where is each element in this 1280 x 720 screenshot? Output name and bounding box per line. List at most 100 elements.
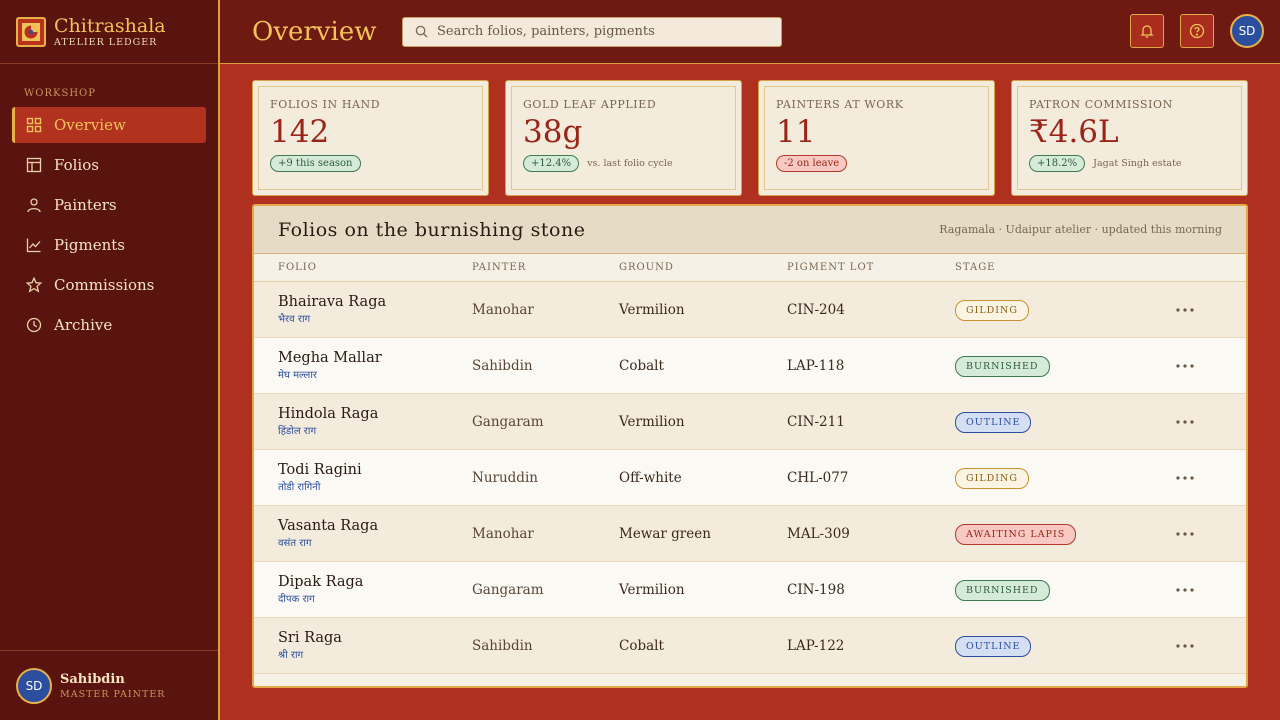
- kpi-card-commission: PATRON COMMISSION ₹4.6L +18.2% Jagat Sin…: [1011, 80, 1248, 196]
- kpi-card-painters: PAINTERS AT WORK 11 -2 on leave: [758, 80, 995, 196]
- more-horizontal-icon: [1176, 419, 1194, 424]
- sidebar-item-pigments[interactable]: Pigments: [12, 227, 206, 263]
- kpi-trend-badge: +12.4%: [523, 155, 580, 172]
- user-role: MASTER PAINTER: [60, 688, 166, 700]
- user-icon: [27, 198, 41, 213]
- help-button[interactable]: [1180, 14, 1214, 48]
- ground-cell: Vermilion: [619, 581, 685, 598]
- kpi-label: PAINTERS AT WORK: [776, 98, 904, 111]
- sidebar-item-painters[interactable]: Painters: [12, 187, 206, 223]
- column-header-ground[interactable]: GROUND: [619, 262, 787, 273]
- more-horizontal-icon: [1176, 643, 1194, 648]
- row-more-button[interactable]: [1175, 307, 1215, 313]
- folio-devanagari: हिंडोल राग: [278, 426, 317, 437]
- stage-badge: OUTLINE: [955, 636, 1032, 657]
- avatar: SD: [16, 667, 52, 704]
- kpi-value: 11: [776, 114, 816, 150]
- kpi-trend-badge: +9 this season: [270, 155, 361, 172]
- notifications-button[interactable]: [1130, 14, 1164, 48]
- stage-badge: AWAITING LAPIS: [955, 524, 1077, 545]
- ground-cell: Vermilion: [619, 301, 685, 318]
- painter-cell: Gangaram: [472, 581, 544, 598]
- column-header-stage[interactable]: STAGE: [955, 262, 1175, 273]
- kpi-note: vs. last folio cycle: [587, 158, 673, 169]
- search-box[interactable]: [402, 16, 782, 47]
- ground-cell: Cobalt: [619, 357, 664, 374]
- brand-name: Chitrashala: [54, 14, 166, 37]
- row-more-button[interactable]: [1175, 475, 1215, 481]
- sidebar-item-label: Commissions: [54, 276, 155, 294]
- ground-cell: Mewar green: [619, 525, 711, 542]
- folio-devanagari: तोडी रागिनी: [278, 482, 321, 493]
- ground-cell: Vermilion: [619, 413, 685, 430]
- row-more-button[interactable]: [1175, 587, 1215, 593]
- kpi-value: ₹4.6L: [1029, 114, 1119, 150]
- table-body: Bhairava Raga भैरव राग Manohar Vermilion …: [254, 282, 1246, 674]
- folio-name: Hindola Raga: [278, 406, 379, 422]
- table-row[interactable]: Dipak Raga दीपक राग Gangaram Vermilion CI…: [254, 562, 1246, 618]
- table-row[interactable]: Hindola Raga हिंडोल राग Gangaram Vermilio…: [254, 394, 1246, 450]
- more-horizontal-icon: [1176, 475, 1194, 480]
- pigment-lot-cell: CIN-198: [787, 581, 845, 598]
- sidebar-nav: Overview Folios Painters Pigments Commis…: [0, 107, 218, 343]
- folio-name: Dipak Raga: [278, 574, 364, 590]
- row-more-button[interactable]: [1175, 531, 1215, 537]
- top-header: Overview SD: [220, 0, 1280, 64]
- table-row[interactable]: Todi Ragini तोडी रागिनी Nuruddin Off-whit…: [254, 450, 1246, 506]
- sidebar-item-archive[interactable]: Archive: [12, 307, 206, 343]
- pigment-lot-cell: CIN-211: [787, 413, 845, 430]
- kpi-card-folios: FOLIOS IN HAND 142 +9 this season: [252, 80, 489, 196]
- stage-badge: OUTLINE: [955, 412, 1032, 433]
- search-input[interactable]: [437, 24, 767, 39]
- grid-icon: [26, 117, 42, 133]
- column-header-painter[interactable]: PAINTER: [472, 262, 619, 273]
- pigment-lot-cell: MAL-309: [787, 525, 850, 542]
- user-profile[interactable]: SD Sahibdin MASTER PAINTER: [0, 650, 218, 720]
- painter-cell: Sahibdin: [472, 637, 533, 654]
- more-horizontal-icon: [1176, 307, 1194, 312]
- clock-icon: [26, 317, 42, 333]
- table-row[interactable]: Vasanta Raga वसंत राग Manohar Mewar green…: [254, 506, 1246, 562]
- column-header-folio[interactable]: FOLIO: [278, 262, 472, 273]
- sidebar-item-folios[interactable]: Folios: [12, 147, 206, 183]
- folio-devanagari: श्री राग: [278, 650, 304, 661]
- panel-meta: Ragamala · Udaipur atelier · updated thi…: [939, 223, 1222, 236]
- brand[interactable]: Chitrashala ATELIER LEDGER: [0, 0, 218, 64]
- row-more-button[interactable]: [1175, 363, 1215, 369]
- star-icon: [26, 277, 42, 293]
- avatar[interactable]: SD: [1230, 14, 1264, 48]
- kpi-label: GOLD LEAF APPLIED: [523, 98, 657, 111]
- row-more-button[interactable]: [1175, 419, 1215, 425]
- folio-devanagari: मेघ मल्लार: [278, 370, 318, 381]
- painter-cell: Manohar: [472, 301, 534, 318]
- table-row[interactable]: Megha Mallar मेघ मल्लार Sahibdin Cobalt L…: [254, 338, 1246, 394]
- sidebar: Chitrashala ATELIER LEDGER WORKSHOP Over…: [0, 0, 220, 720]
- painter-cell: Sahibdin: [472, 357, 533, 374]
- kpi-trend-badge: -2 on leave: [776, 155, 848, 172]
- folio-name: Vasanta Raga: [278, 518, 379, 534]
- page-title: Overview: [252, 16, 377, 47]
- table-row[interactable]: Bhairava Raga भैरव राग Manohar Vermilion …: [254, 282, 1246, 338]
- folio-devanagari: वसंत राग: [278, 538, 312, 549]
- column-header-pigment-lot[interactable]: PIGMENT LOT: [787, 262, 955, 273]
- panel-title: Folios on the burnishing stone: [278, 218, 586, 241]
- table-row[interactable]: Sri Raga श्री राग Sahibdin Cobalt LAP-122…: [254, 618, 1246, 674]
- more-horizontal-icon: [1176, 531, 1194, 536]
- bell-icon: [1140, 25, 1154, 38]
- more-horizontal-icon: [1176, 587, 1194, 592]
- sidebar-item-commissions[interactable]: Commissions: [12, 267, 206, 303]
- sidebar-item-label: Folios: [54, 156, 99, 174]
- brand-subtitle: ATELIER LEDGER: [54, 36, 158, 48]
- kpi-note: Jagat Singh estate: [1093, 158, 1182, 169]
- chart-icon: [26, 238, 41, 253]
- folio-name: Megha Mallar: [278, 350, 382, 366]
- row-more-button[interactable]: [1175, 643, 1215, 649]
- stage-badge: BURNISHED: [955, 580, 1050, 601]
- stage-badge: GILDING: [955, 468, 1029, 489]
- sidebar-item-overview[interactable]: Overview: [12, 107, 206, 143]
- more-horizontal-icon: [1176, 363, 1194, 368]
- sidebar-item-label: Pigments: [54, 236, 125, 254]
- layout-icon: [26, 157, 42, 173]
- painter-cell: Nuruddin: [472, 469, 538, 486]
- folio-name: Bhairava Raga: [278, 294, 387, 310]
